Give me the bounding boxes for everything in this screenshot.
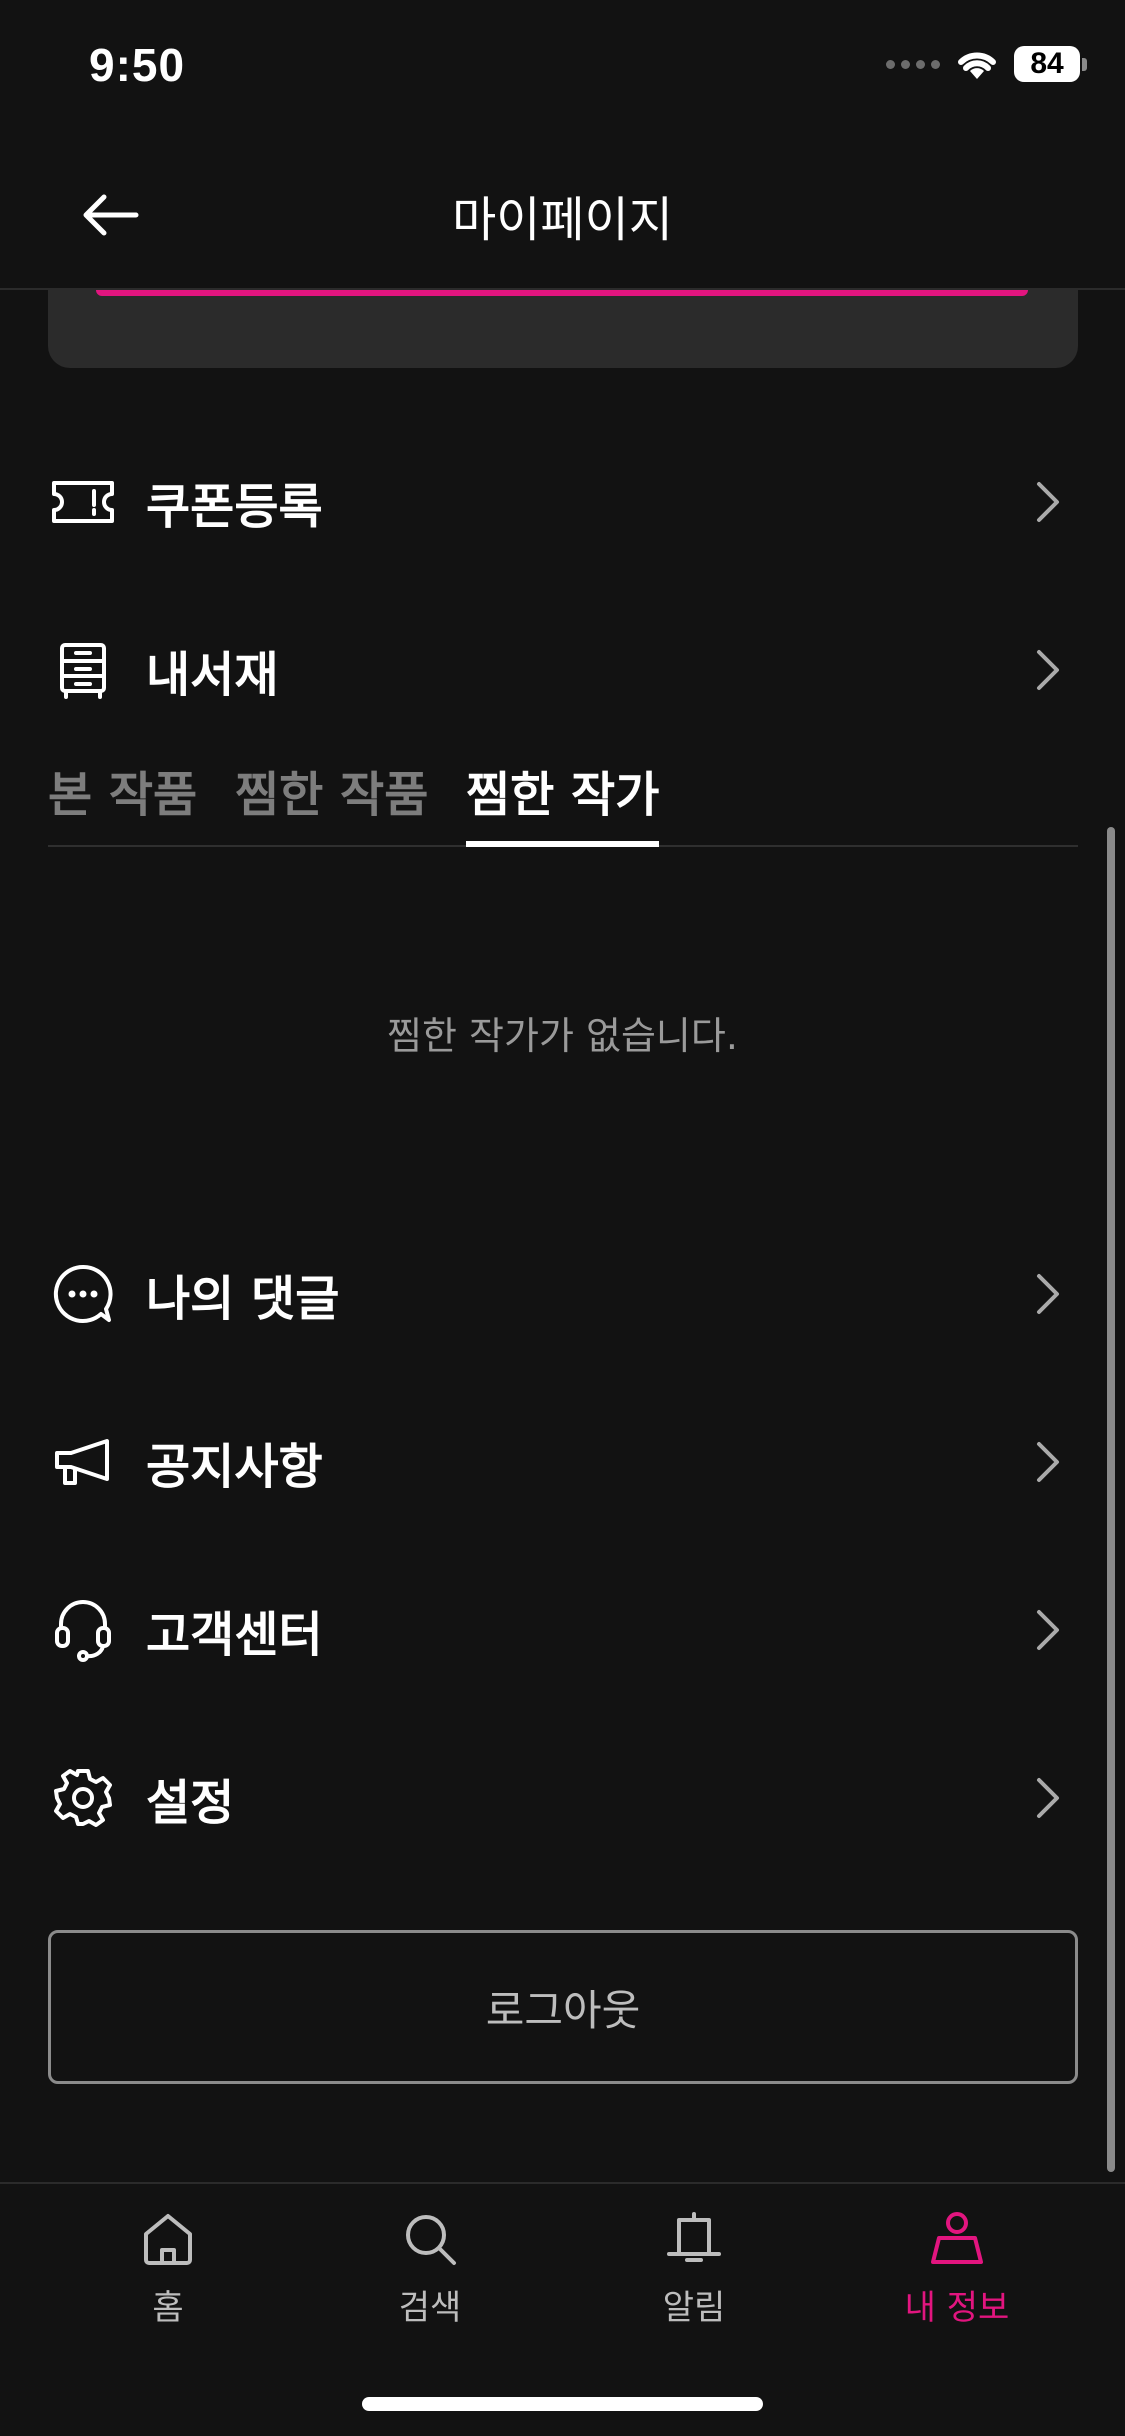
nav-item-home[interactable]: 홈	[68, 2204, 268, 2329]
chevron-right-icon	[1037, 482, 1059, 522]
bell-icon	[667, 2212, 721, 2262]
page-title: 마이페이지	[452, 192, 673, 248]
menu-label-my-comments: 나의 댓글	[146, 1271, 340, 1327]
logout-button[interactable]: 로그아웃	[48, 1930, 1078, 2084]
battery-level: 84	[1014, 46, 1080, 82]
nav-item-search[interactable]: 검색	[330, 2204, 530, 2329]
nav-label-my-info: 내 정보	[904, 2288, 1010, 2328]
nav-label-notifications: 알림	[662, 2288, 726, 2328]
search-icon	[406, 2215, 456, 2265]
chevron-right-icon	[1037, 650, 1059, 690]
cellular-signal-icon	[886, 59, 940, 69]
menu-label-coupon: 쿠폰등록	[146, 479, 323, 535]
chevron-right-icon	[1037, 1274, 1059, 1314]
headset-icon	[55, 1600, 111, 1662]
nav-label-search: 검색	[398, 2288, 462, 2328]
gear-icon	[54, 1769, 112, 1827]
status-time: 9:50	[89, 39, 186, 91]
tab-liked-works[interactable]: 찜한 작품	[235, 755, 428, 845]
nav-item-notifications[interactable]: 알림	[594, 2204, 794, 2329]
chevron-right-icon	[1037, 1610, 1059, 1650]
menu-item-coupon[interactable]: 쿠폰등록	[48, 447, 1078, 557]
menu-item-library[interactable]: 내서재	[48, 615, 1078, 725]
wifi-icon	[958, 52, 996, 79]
menu-label-settings: 설정	[146, 1775, 235, 1831]
menu-item-notice[interactable]: 공지사항	[48, 1407, 1078, 1517]
menu-label-library: 내서재	[146, 647, 279, 703]
library-tabs: 본 작품 찜한 작품 찜한 작가	[48, 755, 1078, 847]
empty-state-message: 찜한 작가가 없습니다.	[387, 1014, 738, 1058]
menu-item-settings[interactable]: 설정	[48, 1743, 1078, 1853]
scrollbar[interactable]	[1107, 827, 1115, 2172]
profile-card	[48, 290, 1078, 368]
home-icon	[144, 2214, 192, 2265]
menu-label-notice: 공지사항	[146, 1439, 323, 1495]
megaphone-icon	[55, 1439, 109, 1485]
home-indicator	[362, 2397, 763, 2411]
menu-item-customer-center[interactable]: 고객센터	[48, 1575, 1078, 1685]
person-icon	[931, 2212, 983, 2264]
ticket-icon	[52, 481, 114, 523]
bookshelf-icon	[60, 643, 106, 699]
menu-label-customer-center: 고객센터	[146, 1607, 323, 1663]
nav-item-my-info[interactable]: 내 정보	[857, 2204, 1057, 2329]
status-icons: 84	[886, 46, 1087, 82]
battery-icon: 84	[1014, 46, 1087, 82]
card-accent-border	[96, 290, 1028, 296]
menu-item-my-comments[interactable]: 나의 댓글	[48, 1239, 1078, 1349]
tab-liked-authors[interactable]: 찜한 작가	[466, 755, 660, 847]
chevron-right-icon	[1037, 1442, 1059, 1482]
chevron-right-icon	[1037, 1778, 1059, 1818]
chat-bubble-icon	[53, 1264, 113, 1323]
nav-label-home: 홈	[152, 2288, 184, 2328]
tab-viewed-works[interactable]: 본 작품	[48, 755, 197, 845]
